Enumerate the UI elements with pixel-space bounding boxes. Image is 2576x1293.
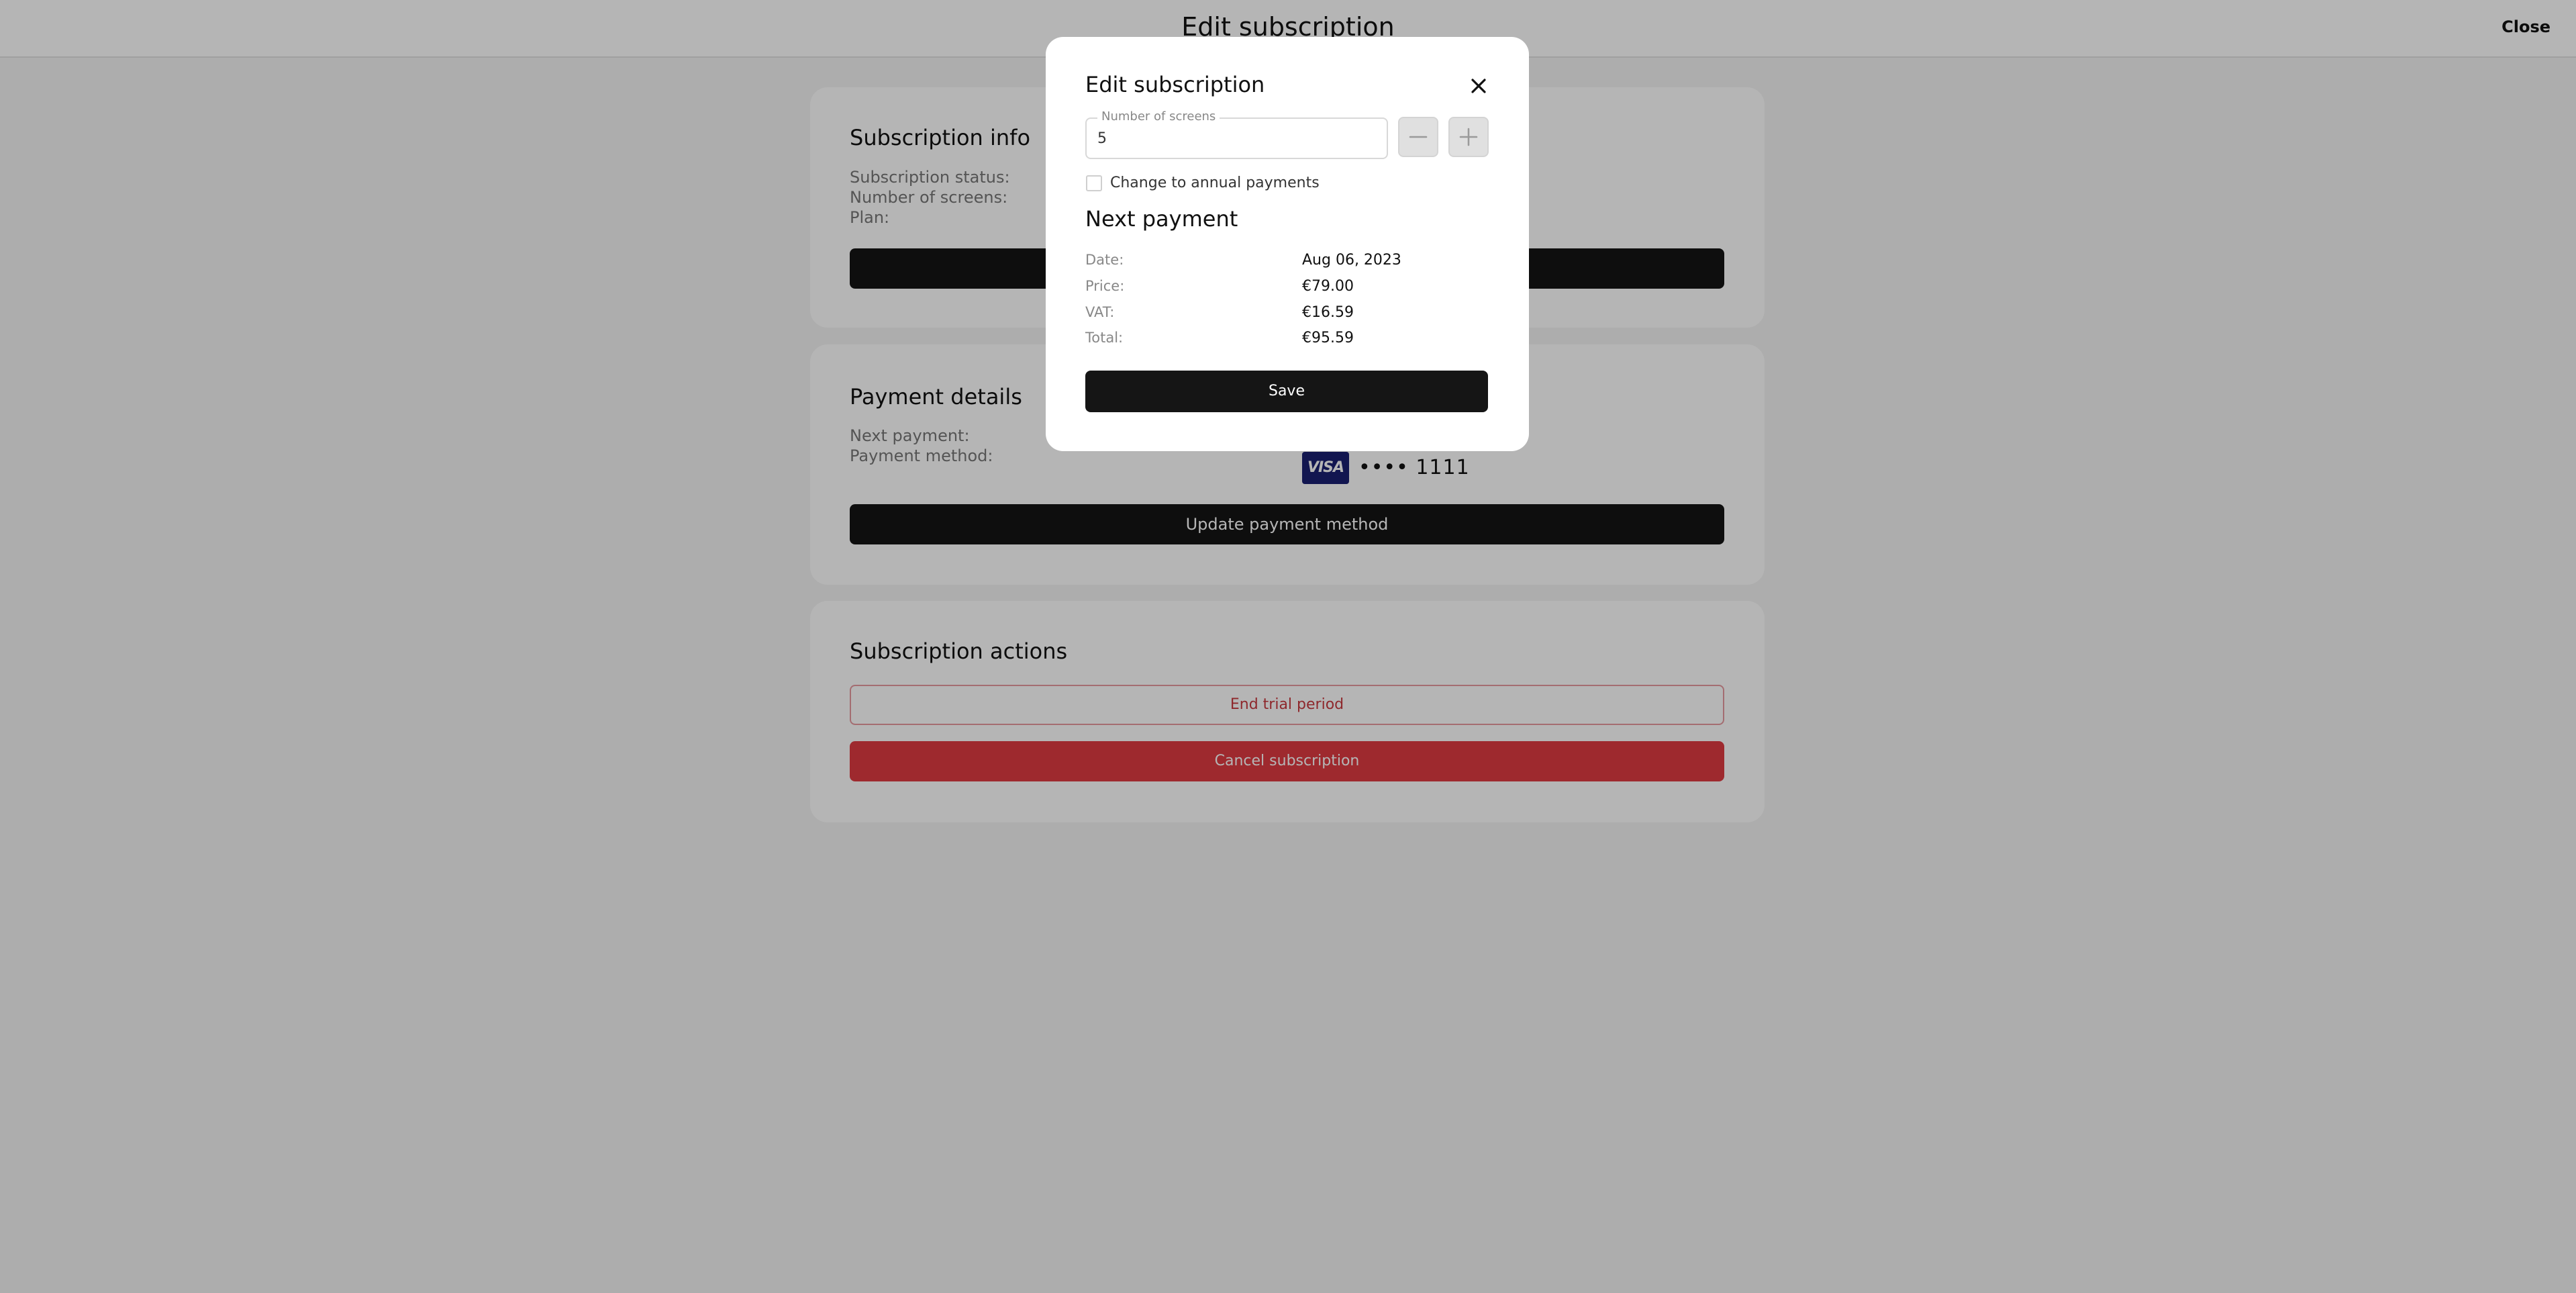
date-label: Date: (1085, 252, 1124, 268)
decrement-button[interactable] (1398, 117, 1438, 157)
edit-subscription-modal: Edit subscription Number of screens 5 Ch… (1046, 37, 1529, 451)
annual-payments-label[interactable]: Change to annual payments (1110, 175, 1320, 191)
total-label: Total: (1085, 330, 1124, 346)
minus-icon (1409, 136, 1428, 138)
save-button[interactable]: Save (1085, 371, 1488, 412)
number-of-screens-label: Number of screens (1097, 109, 1220, 124)
number-of-screens-field[interactable]: Number of screens 5 (1085, 109, 1388, 159)
annual-payments-checkbox[interactable] (1086, 175, 1102, 191)
increment-button[interactable] (1448, 117, 1489, 157)
vat-label: VAT: (1085, 304, 1115, 320)
total-value: €95.59 (1302, 330, 1354, 346)
close-icon[interactable] (1467, 75, 1490, 97)
plus-icon (1459, 128, 1478, 146)
price-label: Price: (1085, 278, 1125, 294)
price-value: €79.00 (1302, 278, 1354, 295)
vat-value: €16.59 (1302, 304, 1354, 321)
modal-title: Edit subscription (1085, 72, 1265, 97)
next-payment-title: Next payment (1085, 206, 1238, 232)
number-of-screens-value: 5 (1097, 130, 1107, 147)
date-value: Aug 06, 2023 (1302, 252, 1401, 269)
